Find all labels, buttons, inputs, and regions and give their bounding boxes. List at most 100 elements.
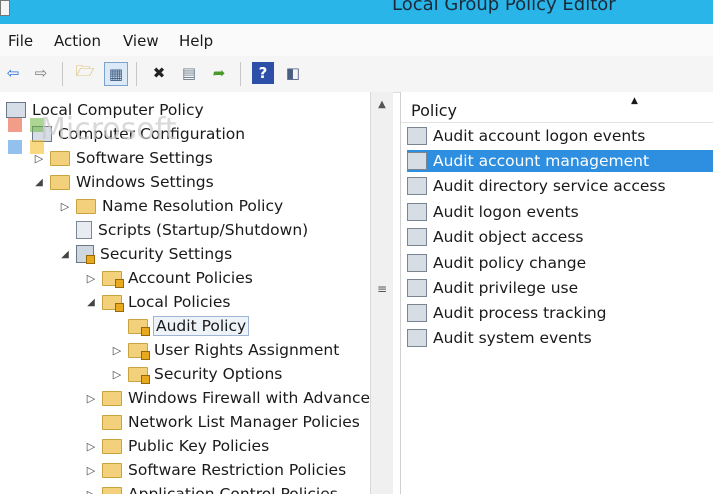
tree-scrollbar[interactable]: ▲ ≡ [370,92,393,494]
list-item-label: Audit privilege use [433,279,579,297]
forward-icon[interactable]: ⇨ [30,62,52,84]
expand-arrow-icon[interactable]: ▷ [110,344,124,357]
column-header-label: Policy [411,101,458,120]
tree-node-software-restriction[interactable]: ▷ Software Restriction Policies [84,459,346,481]
tree-node-windows-firewall[interactable]: ▷ Windows Firewall with Advanced [84,387,371,409]
list-item[interactable]: Audit system events [407,327,713,349]
tree-node-label: Account Policies [128,269,253,287]
folder-icon [102,414,122,430]
delete-icon[interactable]: ✖ [148,62,170,84]
list-item-label: Audit account management [433,152,650,170]
secured-folder-icon [102,294,124,312]
tree-node-windows-settings[interactable]: ◢ Windows Settings [32,171,214,193]
up-folder-icon[interactable]: 🗁 [74,62,96,84]
expand-arrow-icon[interactable]: ▷ [58,200,72,213]
tree-node-label: Network List Manager Policies [128,413,360,431]
collapse-arrow-icon[interactable]: ◢ [58,249,72,260]
tree-node-scripts[interactable]: Scripts (Startup/Shutdown) [58,219,308,241]
tree-node-label: Name Resolution Policy [102,197,284,215]
menu-action[interactable]: Action [54,32,101,50]
tree-node-label: Security Settings [100,245,233,263]
details-pane: Policy ▲ Audit account logon events Audi… [400,92,713,494]
app-icon [0,0,10,16]
menu-file[interactable]: File [8,32,33,50]
tree-node-application-control[interactable]: ▷ Application Control Policies [84,483,338,494]
title-bar: Local Group Policy Editor [0,0,713,24]
tree-node-local-policies[interactable]: ◢ Local Policies [84,291,230,313]
folder-icon [102,438,122,454]
toolbar-separator [62,62,63,86]
export-list-icon[interactable]: ➦ [208,62,230,84]
list-item-label: Audit object access [433,228,584,246]
tree-node-label: Audit Policy [152,316,250,336]
expand-arrow-icon[interactable]: ▷ [110,368,124,381]
list-item-label: Audit account logon events [433,127,646,145]
tree-node-label: Windows Firewall with Advanced [128,389,371,407]
console-tree: Local Computer Policy Computer Configura… [0,92,371,494]
script-icon [76,221,92,239]
tree-node-security-options[interactable]: ▷ Security Options [110,363,282,385]
show-action-pane-icon[interactable]: ◧ [282,62,304,84]
scroll-up-arrow-icon[interactable]: ▲ [374,99,390,113]
back-icon[interactable]: ⇦ [2,62,24,84]
folder-icon [50,150,70,166]
list-item[interactable]: Audit account logon events [407,125,713,147]
list-item-label: Audit system events [433,329,592,347]
expand-arrow-icon[interactable]: ▷ [84,392,98,405]
toolbar: ⇦ ⇨ 🗁 ▦ ✖ ▤ ➦ ? ◧ [0,56,713,93]
folder-icon [76,198,96,214]
collapse-arrow-icon[interactable]: ◢ [32,177,46,188]
expand-arrow-icon[interactable]: ▷ [84,464,98,477]
policy-icon [407,329,427,347]
sort-ascending-icon: ▲ [631,96,638,106]
watermark-logo-square [8,140,22,154]
expand-arrow-icon[interactable]: ▷ [84,488,98,494]
window-title: Local Group Policy Editor [392,0,616,15]
policy-icon [407,279,427,297]
folder-icon [102,462,122,478]
tree-node-network-list-manager[interactable]: Network List Manager Policies [84,411,360,433]
menu-help[interactable]: Help [179,32,213,50]
tree-node-software-settings[interactable]: ▷ Software Settings [32,147,213,169]
policy-icon [407,228,427,246]
folder-icon [50,174,70,190]
tree-node-public-key-policies[interactable]: ▷ Public Key Policies [84,435,269,457]
tree-node-label: Application Control Policies [128,485,338,494]
tree-node-label: Scripts (Startup/Shutdown) [98,221,309,239]
secured-folder-icon [128,342,150,360]
menu-view[interactable]: View [123,32,159,50]
secured-folder-icon [128,318,150,336]
tree-node-audit-policy[interactable]: Audit Policy [110,315,250,337]
list-item[interactable]: Audit privilege use [407,277,713,299]
tree-node-label: Public Key Policies [128,437,270,455]
tree-node-account-policies[interactable]: ▷ Account Policies [84,267,253,289]
expand-arrow-icon[interactable]: ▷ [84,440,98,453]
list-item[interactable]: Audit directory service access [407,175,713,197]
policy-icon [407,127,427,145]
properties-icon[interactable]: ▤ [178,62,200,84]
tree-node-label: Software Restriction Policies [128,461,347,479]
watermark-logo-square [8,118,22,132]
tree-node-name-resolution-policy[interactable]: ▷ Name Resolution Policy [58,195,283,217]
watermark-text: Microsoft [40,112,177,147]
menu-bar: File Action View Help [0,24,713,56]
folder-icon [102,486,122,494]
list-item-selected[interactable]: Audit account management [407,150,713,172]
tree-node-security-settings[interactable]: ◢ Security Settings [58,243,232,265]
list-item[interactable]: Audit logon events [407,201,713,223]
help-icon[interactable]: ? [252,62,274,84]
list-item[interactable]: Audit policy change [407,252,713,274]
computer-policy-icon [6,102,26,118]
collapse-arrow-icon[interactable]: ◢ [84,297,98,308]
secured-folder-icon [128,366,150,384]
column-header-policy[interactable]: Policy ▲ [401,96,713,123]
list-item[interactable]: Audit process tracking [407,302,713,324]
list-item-label: Audit process tracking [433,304,607,322]
policy-icon [407,177,427,195]
scroll-grip-icon[interactable]: ≡ [375,282,389,296]
show-hide-tree-icon[interactable]: ▦ [104,62,128,86]
tree-node-label: Software Settings [76,149,213,167]
tree-node-user-rights-assignment[interactable]: ▷ User Rights Assignment [110,339,339,361]
list-item[interactable]: Audit object access [407,226,713,248]
expand-arrow-icon[interactable]: ▷ [84,272,98,285]
